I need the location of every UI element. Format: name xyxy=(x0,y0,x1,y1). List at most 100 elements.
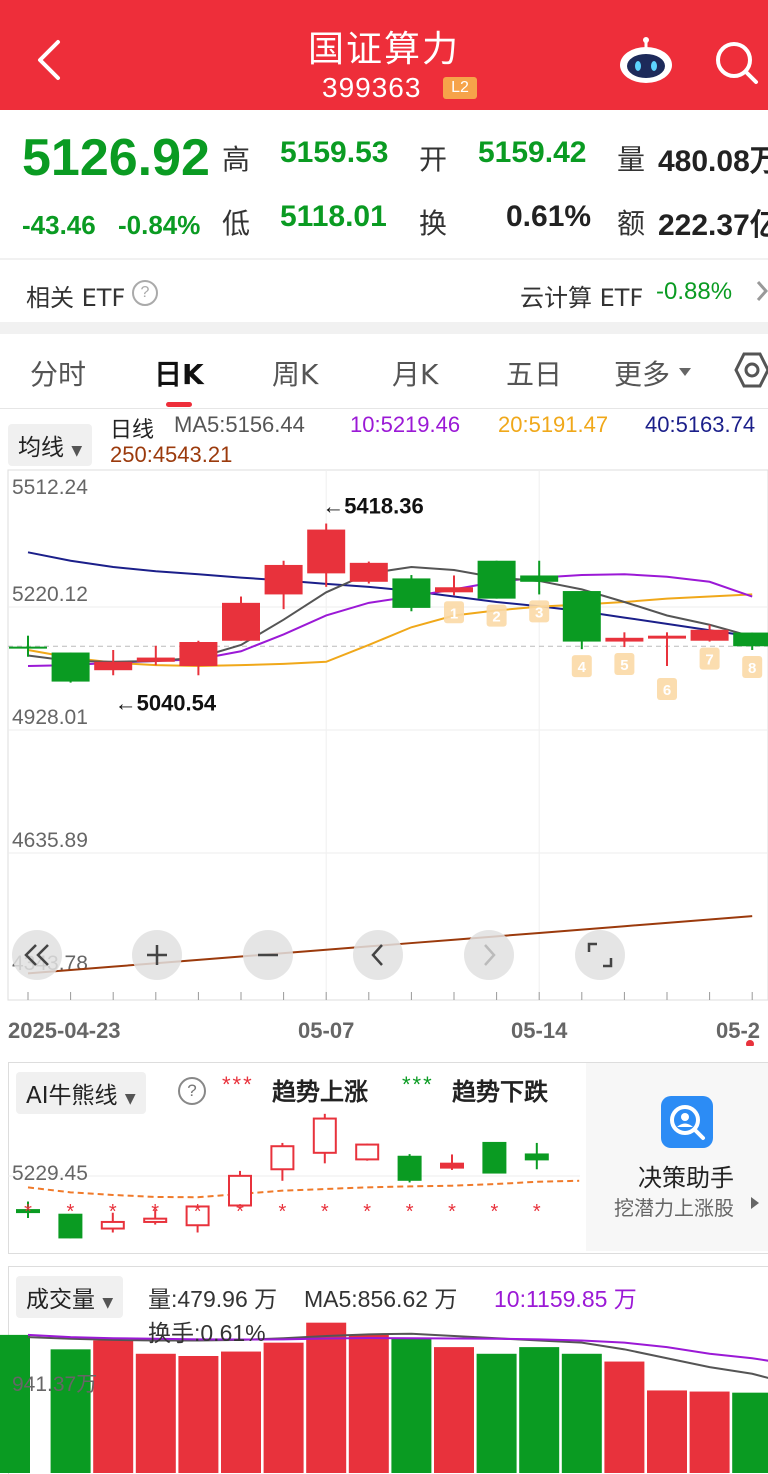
candle-body xyxy=(733,632,768,647)
ma10-value: 10:5219.46 xyxy=(350,412,461,437)
y-tick-label: 4635.89 xyxy=(12,829,88,852)
decision-assistant-icon[interactable] xyxy=(661,1096,713,1148)
caret-down-icon xyxy=(678,364,692,382)
signal-marker-label: 6 xyxy=(663,682,671,699)
volume-bar xyxy=(93,1340,134,1473)
candle-body xyxy=(51,652,90,682)
settings-icon[interactable] xyxy=(734,350,768,395)
signal-marker-label: 1 xyxy=(450,605,458,622)
ma-dropdown[interactable]: 均线 ▼ xyxy=(8,424,93,466)
volume-bar xyxy=(306,1322,347,1473)
etf-name[interactable]: 云计算 ETF xyxy=(520,278,643,313)
amount-label: 额 xyxy=(617,207,646,240)
search-icon[interactable] xyxy=(714,40,760,91)
trend-star: * xyxy=(236,1201,244,1223)
kline-period-label: 日线 xyxy=(110,418,155,443)
scroll-right-icon[interactable] xyxy=(464,930,514,980)
ma20-line xyxy=(27,593,753,668)
tab-intraday[interactable]: 分时 xyxy=(30,353,86,393)
candle-body xyxy=(9,646,47,649)
last-price: 5126.92 xyxy=(22,129,210,187)
index-code: 399363 xyxy=(322,72,422,103)
tabs-divider xyxy=(0,408,768,409)
ai-candle-body xyxy=(397,1155,422,1181)
price-change: -43.46 xyxy=(22,210,96,240)
active-tab-indicator xyxy=(166,402,192,407)
volume-current: 量:479.96 万 xyxy=(148,1286,278,1312)
etf-change-pct: -0.88% xyxy=(656,278,733,305)
open-label: 开 xyxy=(419,143,448,176)
volume-bar xyxy=(391,1338,432,1473)
price-change-pct: -0.84% xyxy=(118,210,201,240)
y-tick-label: 5220.12 xyxy=(12,583,88,606)
volume-dropdown[interactable]: 成交量 ▼ xyxy=(16,1276,124,1318)
ma40-line xyxy=(27,551,753,638)
zoom-out-icon[interactable] xyxy=(243,930,293,980)
volume-ma10: 10:1159.85 万 xyxy=(494,1286,637,1312)
ma40-value: 40:5163.74 xyxy=(645,412,756,437)
ma250-value: 250:4543.21 xyxy=(110,442,233,467)
candle-body xyxy=(562,591,601,642)
volume-value: 480.08万 xyxy=(658,145,768,178)
ai-candle-body xyxy=(524,1153,549,1161)
trend-star: * xyxy=(194,1201,202,1223)
candle-body xyxy=(264,564,303,595)
section-gap xyxy=(0,322,768,334)
candle-body xyxy=(349,562,388,582)
min-price-label: ←5040.54 xyxy=(115,691,217,716)
candle-body xyxy=(222,602,260,641)
trend-star: * xyxy=(279,1201,287,1223)
volume-bar xyxy=(476,1353,517,1473)
signal-marker-label: 3 xyxy=(535,604,543,621)
trend-star: * xyxy=(363,1201,371,1223)
turnover-label: 换 xyxy=(419,207,448,240)
volume-bar xyxy=(263,1342,304,1473)
amount-value: 222.37亿 xyxy=(658,209,768,242)
high-value: 5159.53 xyxy=(280,136,389,169)
decision-assistant-card[interactable] xyxy=(586,1063,768,1251)
decision-assistant-title[interactable]: 决策助手 xyxy=(638,1158,734,1193)
ma5-line xyxy=(27,566,753,663)
ai-candle-body xyxy=(270,1145,295,1171)
volume-bar xyxy=(561,1353,602,1473)
tab-daily-k[interactable]: 日K xyxy=(154,353,204,393)
zoom-in-icon[interactable] xyxy=(132,930,182,980)
volume-bar xyxy=(0,1334,30,1473)
collapse-left-icon[interactable] xyxy=(12,930,62,980)
max-price-label: ←5418.36 xyxy=(322,494,424,519)
scroll-left-icon[interactable] xyxy=(353,930,403,980)
volume-bar xyxy=(647,1390,687,1473)
volume-bar xyxy=(348,1334,389,1473)
help-icon[interactable]: ? xyxy=(132,280,158,306)
ma5-value: MA5:5156.44 xyxy=(174,412,305,437)
related-etf-label: 相关 ETF xyxy=(26,284,126,312)
header-bar: 国证算力 399363 L2 xyxy=(0,0,768,110)
volume-bar xyxy=(135,1353,176,1473)
chevron-right-icon[interactable] xyxy=(756,278,768,309)
candle-body xyxy=(179,642,218,667)
trend-star: * xyxy=(151,1201,159,1223)
candle-body xyxy=(136,657,175,662)
low-value: 5118.01 xyxy=(280,200,387,233)
x-tick-label: 05-2 xyxy=(716,1018,760,1043)
ai-trend-line xyxy=(27,1179,580,1199)
l2-badge[interactable]: L2 xyxy=(443,77,477,99)
tab-more[interactable]: 更多 xyxy=(614,353,670,393)
signal-marker-label: 4 xyxy=(578,659,587,676)
volume-bar xyxy=(434,1347,474,1473)
tab-weekly-k[interactable]: 周K xyxy=(272,353,318,393)
trend-star: * xyxy=(109,1201,117,1223)
volume-level-label: 941.37万 xyxy=(12,1373,98,1396)
turnover-value: 0.61% xyxy=(506,200,592,233)
robot-assistant-icon[interactable] xyxy=(618,36,674,91)
fullscreen-icon[interactable] xyxy=(575,930,625,980)
volume-bar xyxy=(178,1356,219,1473)
trend-star: * xyxy=(24,1201,32,1223)
ma20-value: 20:5191.47 xyxy=(498,412,609,437)
volume-bar xyxy=(604,1361,645,1473)
tab-monthly-k[interactable]: 月K xyxy=(392,353,438,393)
decision-assistant-subtitle[interactable]: 挖潜力上涨股 xyxy=(614,1192,734,1221)
ai-candle-body xyxy=(482,1141,507,1174)
tab-five-day[interactable]: 五日 xyxy=(506,353,562,393)
volume-turnover: 换手:0.61% xyxy=(148,1320,266,1346)
